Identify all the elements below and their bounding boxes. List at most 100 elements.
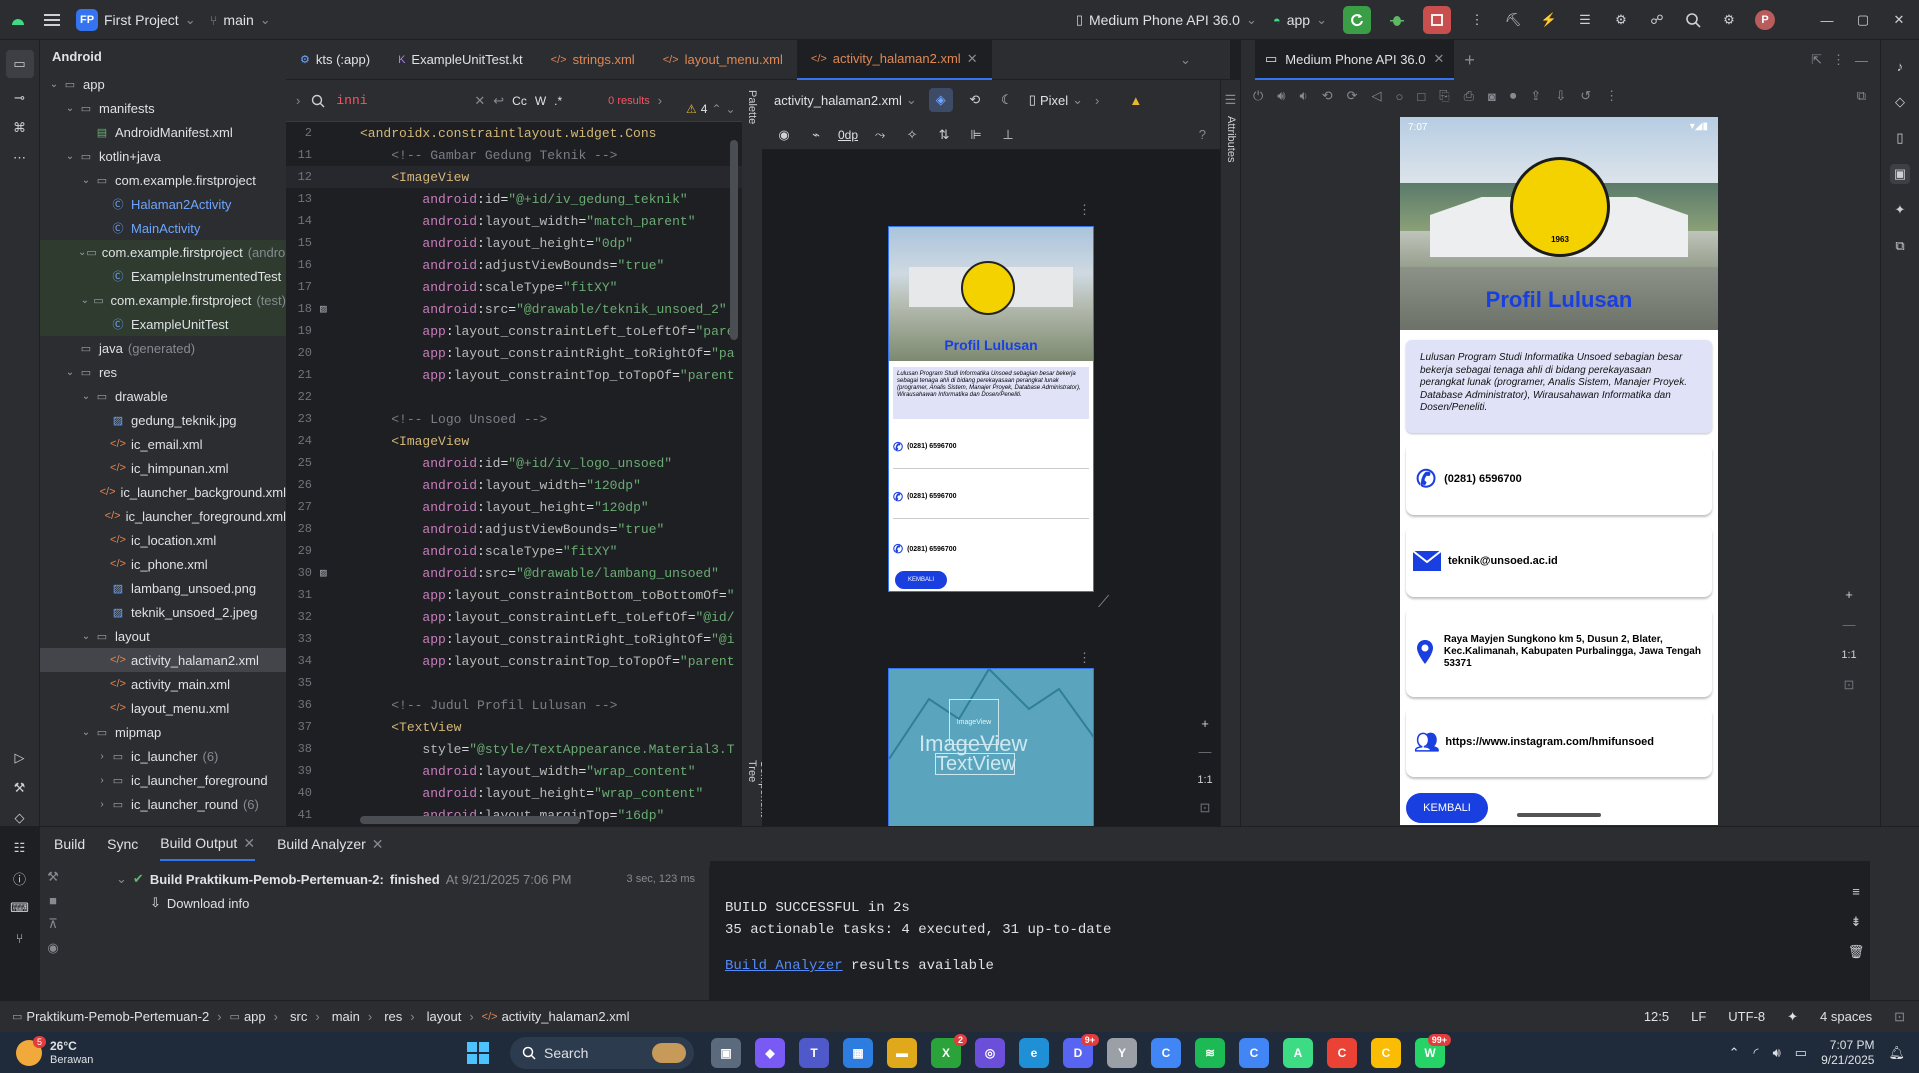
code-line[interactable]: 30 ▨ android:src="@drawable/lambang_unsoe… bbox=[286, 562, 742, 584]
chevron-down-icon[interactable]: ⌄ bbox=[62, 103, 78, 114]
device-mirror-icon[interactable]: ⧉ bbox=[1857, 88, 1866, 104]
design-surface-icon[interactable]: ◈ bbox=[928, 88, 953, 112]
warning-icon[interactable]: ▲ bbox=[1129, 93, 1142, 108]
chevron-down-icon[interactable]: ⌄ bbox=[62, 367, 78, 378]
chrome-profile-icon[interactable]: C bbox=[1151, 1037, 1181, 1068]
tree-item[interactable]: ▨ teknik_unsoed_2.jpeg bbox=[40, 600, 286, 624]
close-tab-icon[interactable]: ✕ bbox=[1434, 51, 1445, 67]
find-input[interactable] bbox=[336, 93, 467, 108]
build-hammer-icon[interactable]: ⚒ bbox=[40, 869, 66, 885]
chevron-down-icon[interactable]: ⌄ bbox=[78, 727, 94, 738]
more-tools-icon[interactable]: ⋯ bbox=[10, 148, 30, 168]
tree-item[interactable]: Ⓒ MainActivity bbox=[40, 216, 286, 240]
caret-position[interactable]: 12:5 bbox=[1644, 1009, 1669, 1024]
discord-icon[interactable]: D 9+ bbox=[1063, 1033, 1099, 1068]
fold-icon[interactable]: ⎘ bbox=[1439, 88, 1449, 104]
search-icon[interactable] bbox=[1683, 10, 1703, 30]
stop-button[interactable] bbox=[1423, 6, 1451, 34]
code-line[interactable]: 33 app:layout_constraintRight_toRightOf=… bbox=[286, 628, 742, 650]
code-line[interactable]: 40 android:layout_height="wrap_content" bbox=[286, 782, 742, 804]
edge-icon[interactable]: e bbox=[1019, 1037, 1049, 1068]
avatar[interactable]: P bbox=[1755, 10, 1775, 30]
code-line[interactable]: 29 android:scaleType="fitXY" bbox=[286, 540, 742, 562]
screenshot-icon[interactable]: ◙ bbox=[1488, 89, 1496, 104]
code-line[interactable]: 38 style="@style/TextAppearance.Material… bbox=[286, 738, 742, 760]
breadcrumb-item[interactable]: res bbox=[384, 1009, 402, 1024]
minimize-icon[interactable]: — bbox=[1817, 10, 1837, 30]
address-card[interactable]: Raya Mayjen Sungkono km 5, Dusun 2, Blat… bbox=[1406, 607, 1712, 697]
rotate-right-icon[interactable]: ⟳ bbox=[1347, 88, 1358, 104]
more-chevron-icon[interactable]: › bbox=[1095, 93, 1099, 108]
hide-panel-icon[interactable]: — bbox=[1855, 53, 1868, 68]
app-inspection-icon[interactable]: ⛏ bbox=[1503, 10, 1523, 30]
line-separator[interactable]: LF bbox=[1691, 1009, 1706, 1024]
tree-item[interactable]: › ▭ ic_launcher_foreground bbox=[40, 768, 286, 792]
chevron-right-icon[interactable]: › bbox=[94, 799, 110, 810]
project-panel-title[interactable]: Android bbox=[40, 40, 286, 72]
chevron-down-icon[interactable]: ⌄ bbox=[46, 79, 62, 90]
structure-icon[interactable]: ⌘ bbox=[10, 118, 30, 138]
run-icon[interactable]: ▷ bbox=[10, 748, 30, 768]
breadcrumb-item[interactable]: app bbox=[244, 1009, 266, 1024]
task-view-icon[interactable]: ▣ bbox=[711, 1037, 741, 1068]
back-icon[interactable]: ◁ bbox=[1372, 88, 1382, 104]
rotate-left-icon[interactable]: ⟲ bbox=[1322, 88, 1333, 104]
download-info-row[interactable]: ⇩ Download info bbox=[80, 891, 709, 915]
run-config-selector[interactable]: ◓ app ⌄ bbox=[1273, 12, 1327, 28]
tree-item[interactable]: ⌄ ▭ drawable bbox=[40, 384, 286, 408]
infer-constraints-icon[interactable]: ✧ bbox=[902, 125, 922, 145]
orientation-icon[interactable]: ⟲ bbox=[965, 90, 985, 110]
code-editor[interactable]: 2 <androidx.constraintlayout.widget.Cons 1… bbox=[286, 122, 742, 826]
code-line[interactable]: 36 <!-- Judul Profil Lulusan --> bbox=[286, 694, 742, 716]
whole-word-toggle[interactable]: W bbox=[535, 94, 546, 108]
clock[interactable]: 7:07 PM 9/21/2025 bbox=[1821, 1038, 1874, 1068]
code-line[interactable]: 18 ▨ android:src="@drawable/teknik_unsoed… bbox=[286, 298, 742, 320]
tree-item[interactable]: </> activity_main.xml bbox=[40, 672, 286, 696]
code-line[interactable]: 24 <ImageView bbox=[286, 430, 742, 452]
close-tab-icon[interactable]: ✕ bbox=[243, 835, 255, 852]
device-manager-icon[interactable]: ▯ bbox=[1890, 128, 1910, 148]
tab-list-chevron-icon[interactable]: ⌄ bbox=[1180, 52, 1191, 68]
whatsapp-icon[interactable]: W 99+ bbox=[1415, 1033, 1451, 1068]
tree-item[interactable]: ▤ AndroidManifest.xml bbox=[40, 120, 286, 144]
chrome-r-icon[interactable]: C bbox=[1327, 1037, 1357, 1068]
code-line[interactable]: 12 <ImageView bbox=[286, 166, 742, 188]
tree-item[interactable]: Ⓒ ExampleUnitTest bbox=[40, 312, 286, 336]
spotify-icon[interactable]: ≋ bbox=[1195, 1037, 1225, 1068]
overview-icon[interactable]: □ bbox=[1417, 89, 1425, 104]
tree-item[interactable]: </> ic_himpunan.xml bbox=[40, 456, 286, 480]
volume-icon[interactable]: 🔊︎ bbox=[1773, 1045, 1781, 1061]
build-analyzer-link[interactable]: Build Analyzer bbox=[725, 958, 843, 974]
chevron-down-icon[interactable]: ⌄ bbox=[78, 391, 94, 402]
apply-changes-icon[interactable]: ⚡ bbox=[1539, 10, 1559, 30]
build-output-console[interactable]: BUILD SUCCESSFUL in 2s 35 actionable tas… bbox=[710, 861, 1870, 1011]
code-line[interactable]: 39 android:layout_width="wrap_content" bbox=[286, 760, 742, 782]
view-options-icon[interactable]: ◉ bbox=[774, 125, 794, 145]
project-folder-icon[interactable]: ▭ bbox=[5, 50, 34, 78]
blueprint-menu-icon[interactable]: ⋮ bbox=[1078, 650, 1091, 666]
reset-icon[interactable]: ↺ bbox=[1580, 88, 1591, 104]
code-line[interactable]: 31 app:layout_constraintBottom_toBottomO… bbox=[286, 584, 742, 606]
code-line[interactable]: 34 app:layout_constraintTop_toTopOf="par… bbox=[286, 650, 742, 672]
project-selector[interactable]: FP First Project ⌄ bbox=[76, 9, 196, 31]
tree-item[interactable]: ⌄ ▭ com.example.firstproject (test) bbox=[40, 288, 286, 312]
tab-strings-xml[interactable]: </> strings.xml bbox=[537, 40, 649, 80]
more-vertical-icon[interactable]: ⋮ bbox=[1605, 88, 1618, 104]
close-tab-icon[interactable]: ✕ bbox=[967, 51, 978, 67]
code-horizontal-scrollbar[interactable] bbox=[360, 816, 580, 824]
code-line[interactable]: 25 android:id="@+id/iv_logo_unsoed" bbox=[286, 452, 742, 474]
code-line[interactable]: 26 android:layout_width="120dp" bbox=[286, 474, 742, 496]
rerun-button[interactable] bbox=[1343, 6, 1371, 34]
code-line[interactable]: 2 <androidx.constraintlayout.widget.Cons bbox=[286, 122, 742, 144]
tab-exampleunittest-kt[interactable]: K ExampleUnitTest.kt bbox=[384, 40, 537, 80]
indent-setting[interactable]: 4 spaces bbox=[1820, 1009, 1872, 1024]
battery-icon[interactable]: ▭ bbox=[1795, 1045, 1807, 1061]
tree-item[interactable]: Ⓒ Halaman2Activity bbox=[40, 192, 286, 216]
previous-highlight-icon[interactable]: ⌃ bbox=[711, 102, 721, 116]
home-icon[interactable]: ○ bbox=[1396, 89, 1404, 104]
logcat-icon[interactable]: ☷ bbox=[10, 838, 30, 858]
breadcrumb-item[interactable]: activity_halaman2.xml bbox=[502, 1009, 630, 1024]
notification-bell-icon[interactable]: 🔔︎ bbox=[1888, 1045, 1905, 1061]
palette-tab[interactable]: Palette bbox=[746, 90, 758, 124]
tab-build[interactable]: Build bbox=[54, 836, 85, 852]
